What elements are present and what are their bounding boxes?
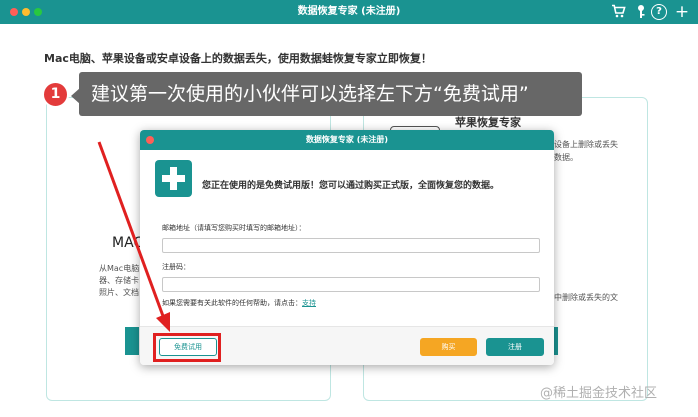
apple-recovery-title: 苹果恢复专家 xyxy=(455,116,521,129)
mac-recovery-start-button[interactable] xyxy=(125,327,139,355)
support-link[interactable]: 支持 xyxy=(302,299,316,307)
email-label: 邮箱地址（请填写您购买时填写的邮箱地址）： xyxy=(162,224,306,232)
help-text-label: 如果您需要有关此软件的任何帮助，请点击： xyxy=(162,299,302,307)
plus-icon[interactable]: + xyxy=(674,4,690,21)
tip-text: 建议第一次使用的小伙伴可以选择左下方“免费试用” xyxy=(91,83,529,105)
mac-card-desc: 从Mac电脑 xyxy=(99,264,140,273)
step-number-badge: 1 xyxy=(42,81,69,108)
apple-card-desc: 数据。 xyxy=(554,153,578,162)
page-headline: Mac电脑、苹果设备或安卓设备上的数据丢失，使用数据蛙恢复专家立即恢复！ xyxy=(44,52,432,65)
registration-code-input[interactable] xyxy=(162,277,540,292)
register-button[interactable]: 注册 xyxy=(486,338,544,356)
mac-card-desc: 照片、文档 xyxy=(99,288,139,297)
help-text: 如果您需要有关此软件的任何帮助，请点击：支持 xyxy=(162,298,316,308)
email-input[interactable] xyxy=(162,238,540,253)
apple-card-desc: 中删除或丢失的文 xyxy=(554,293,618,302)
mac-recovery-title: MAC xyxy=(112,235,144,251)
trial-highlight-box xyxy=(153,333,221,362)
watermark: @稀土掘金技术社区 xyxy=(540,386,658,401)
cart-icon[interactable] xyxy=(610,4,626,20)
mac-card-desc: 器、存储卡 xyxy=(99,276,139,285)
registration-code-label: 注册码： xyxy=(162,263,190,271)
buy-button[interactable]: 购买 xyxy=(420,338,477,356)
unregistered-dialog: 数据恢复专家 (未注册) 您正在使用的是免费试用版！您可以通过购买正式版，全面恢… xyxy=(140,130,554,365)
help-icon[interactable]: ? xyxy=(651,4,667,20)
apple-card-desc: 设备上删除或丢失 xyxy=(554,140,618,149)
window-title: 数据恢复专家 (未注册) xyxy=(297,6,401,17)
key-icon[interactable] xyxy=(634,4,648,20)
trial-message: 您正在使用的是免费试用版！您可以通过购买正式版，全面恢复您的数据。 xyxy=(202,181,500,191)
dialog-title: 数据恢复专家 (未注册) xyxy=(305,135,389,144)
tip-pointer xyxy=(71,88,80,104)
app-logo-icon xyxy=(155,160,192,197)
